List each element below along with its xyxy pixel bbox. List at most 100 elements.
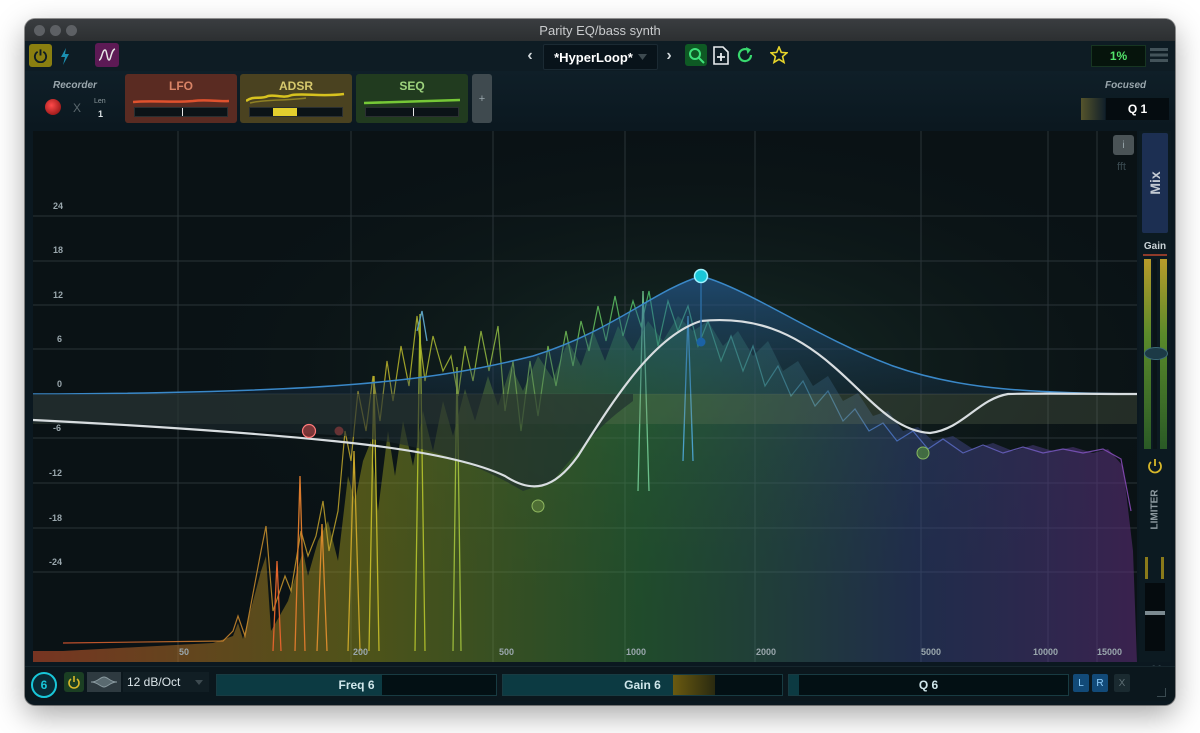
y-tick-label: 12: [53, 290, 64, 300]
band-power-button[interactable]: [64, 672, 84, 692]
focused-color-swatch: [1081, 98, 1105, 120]
eq-band-node-focused: [693, 268, 709, 284]
len-label: Len: [94, 98, 106, 105]
star-icon: [770, 46, 788, 64]
search-icon: [688, 47, 705, 64]
sine-wave-icon: [98, 48, 116, 61]
mix-label: Mix: [1147, 171, 1163, 195]
save-preset-button[interactable]: [711, 45, 731, 65]
y-tick-label: 6: [57, 334, 63, 344]
seq-amount-slider[interactable]: [365, 107, 459, 117]
add-modulator-button[interactable]: +: [472, 74, 492, 123]
lightning-button[interactable]: [58, 46, 72, 66]
freq-label: Freq 6: [338, 678, 375, 692]
toolbar: ‹ *HyperLoop* › 1%: [25, 41, 1175, 71]
slope-value: 12 dB/Oct: [127, 675, 181, 689]
freq-control[interactable]: Freq 6: [216, 674, 497, 696]
window-title: Parity EQ/bass synth: [539, 23, 661, 38]
eq-display: [32, 131, 1138, 662]
lfo-module[interactable]: LFO: [125, 74, 237, 123]
cpu-meter: 1%: [1091, 45, 1146, 67]
slope-selector[interactable]: 12 dB/Oct: [123, 672, 209, 692]
power-icon: [33, 49, 48, 63]
fft-toggle[interactable]: fft: [1117, 161, 1126, 173]
x-tick-label: 50: [179, 647, 190, 657]
adsr-waveform: [246, 92, 345, 104]
waveform-button[interactable]: [95, 43, 119, 67]
chevron-down-icon: [637, 54, 647, 60]
band-control-bar: 6 12 dB/Oct Freq 6 Gain 6 Q 6 L R X: [25, 666, 1175, 701]
add-file-icon: [713, 45, 729, 65]
mix-button[interactable]: Mix: [1142, 133, 1168, 233]
info-button[interactable]: i: [1113, 135, 1134, 155]
x-tick-label: 200: [353, 647, 369, 657]
menu-button[interactable]: [1149, 45, 1169, 65]
gain-indicator: [1143, 254, 1167, 256]
adsr-module[interactable]: ADSR: [240, 74, 352, 123]
eq-band-node-6: [916, 446, 930, 460]
eq-band-node-2: [334, 426, 344, 436]
gain-param-label: Gain 6: [624, 678, 661, 692]
remove-band-button[interactable]: X: [1114, 674, 1130, 692]
limiter-meter-left: [1145, 557, 1148, 579]
gain-slider-handle[interactable]: [1144, 347, 1168, 360]
title-bar: Parity EQ/bass synth: [25, 19, 1175, 42]
seq-module[interactable]: SEQ: [356, 74, 468, 123]
focused-param-display[interactable]: Q 1: [1106, 98, 1169, 120]
limiter-slider-track[interactable]: [1145, 583, 1165, 651]
x-tick-label: 500: [499, 647, 515, 657]
preset-name: *HyperLoop*: [554, 49, 633, 65]
band-number-button[interactable]: 6: [31, 672, 57, 698]
q-label: Q 6: [918, 678, 939, 692]
adsr-amount-slider[interactable]: [249, 107, 343, 117]
len-value[interactable]: 1: [98, 109, 103, 119]
eq-graph[interactable]: 24 18 12 6 0 -6 -12 -18 -24 50 200 500 1…: [32, 131, 1138, 662]
y-tick-label: -12: [49, 468, 63, 478]
power-icon: [68, 676, 80, 689]
next-preset-button[interactable]: ›: [662, 47, 676, 64]
lfo-waveform: [133, 99, 229, 104]
output-strip: Mix Gain LIMITER <<: [1139, 131, 1171, 674]
lfo-amount-slider[interactable]: [134, 107, 228, 117]
y-tick-label: 18: [53, 245, 64, 255]
limiter-label: LIMITER: [1149, 489, 1161, 530]
resize-grip[interactable]: [1157, 688, 1166, 697]
eq-band-node-1: [301, 423, 317, 439]
prev-preset-button[interactable]: ‹: [523, 47, 537, 64]
chevron-down-icon: [195, 680, 203, 685]
y-tick-label: 24: [53, 201, 64, 211]
seq-waveform: [364, 98, 460, 105]
filter-type-selector[interactable]: [87, 672, 121, 692]
reload-button[interactable]: [735, 45, 755, 65]
lightning-icon: [61, 47, 69, 65]
eq-band-node-5: [696, 337, 706, 347]
gain-label: Gain: [1143, 241, 1167, 252]
favorite-button[interactable]: [769, 45, 789, 65]
plugin-window: Parity EQ/bass synth ‹ *HyperLoop* › 1% …: [25, 19, 1175, 705]
search-button[interactable]: [685, 44, 707, 66]
power-icon: [1148, 459, 1162, 474]
x-tick-label: 15000: [1097, 647, 1123, 657]
left-channel-button[interactable]: L: [1073, 674, 1089, 692]
y-tick-label: -24: [49, 557, 63, 567]
limiter-slider-handle[interactable]: [1145, 611, 1165, 615]
recorder-label: Recorder: [53, 80, 97, 91]
right-channel-button[interactable]: R: [1092, 674, 1108, 692]
power-button[interactable]: [29, 44, 52, 67]
preset-selector[interactable]: *HyperLoop*: [543, 44, 658, 70]
focused-label: Focused: [1105, 80, 1147, 91]
x-tick-label: 2000: [756, 647, 777, 657]
eq-band-node-3: [531, 499, 545, 513]
seq-label: SEQ: [399, 79, 425, 93]
limiter-meter-right: [1161, 557, 1164, 579]
bell-filter-icon: [90, 676, 118, 688]
gain-control[interactable]: Gain 6: [502, 674, 783, 696]
y-tick-label: -18: [49, 513, 63, 523]
x-tick-label: 10000: [1033, 647, 1059, 657]
q-control[interactable]: Q 6: [788, 674, 1069, 696]
refresh-icon: [737, 47, 753, 63]
record-button[interactable]: [45, 99, 61, 115]
recorder-clear-button[interactable]: X: [73, 101, 81, 115]
limiter-power-button[interactable]: [1146, 457, 1164, 475]
hamburger-menu-icon: [1150, 48, 1168, 62]
